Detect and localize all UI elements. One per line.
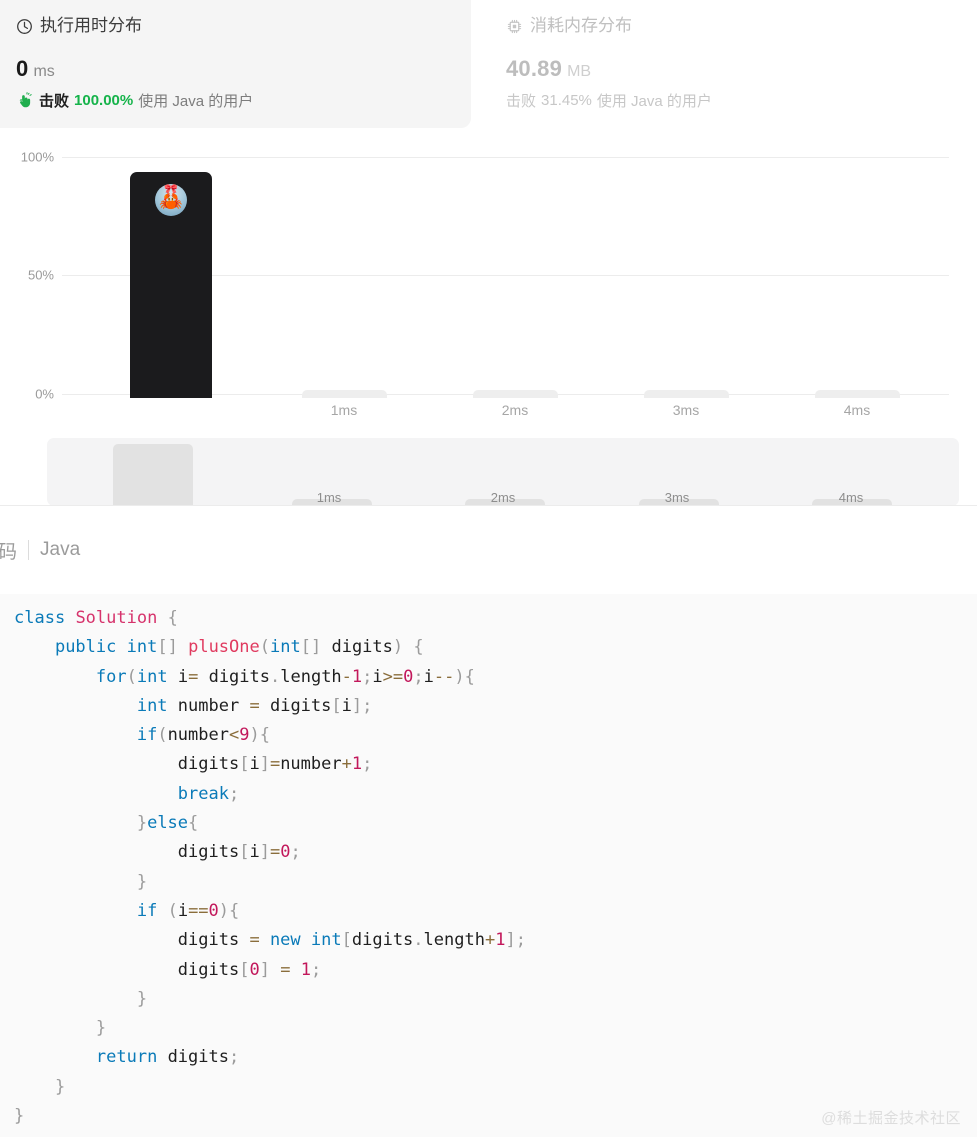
runtime-card-title: 执行用时分布 xyxy=(40,16,142,35)
solution-code-block[interactable]: class Solution { public int[] plusOne(in… xyxy=(0,594,977,1137)
memory-beat-row: 击败 31.45% 使用 Java 的用户 xyxy=(506,90,977,111)
minimap-label-4ms: 4ms xyxy=(838,490,864,505)
chart-range-slider[interactable]: 1ms 2ms 3ms 4ms xyxy=(47,438,959,506)
y-tick-100: 100% xyxy=(20,149,54,165)
bar-0ms[interactable]: 🎀 🦀 xyxy=(130,172,212,398)
runtime-stat-card[interactable]: 执行用时分布 0 ms 击败 100.00% 使用 Java 的用户 xyxy=(0,0,471,128)
runtime-value: 0 xyxy=(16,56,29,81)
code-content: class Solution { public int[] plusOne(in… xyxy=(14,608,526,1127)
code-language-label: Java xyxy=(40,539,81,560)
x-tick-3ms: 3ms xyxy=(672,402,700,418)
gridline-100 xyxy=(62,157,949,158)
chart-y-axis: 100% 50% 0% xyxy=(0,130,62,410)
waving-hand-icon xyxy=(16,91,34,110)
runtime-beat-label: 击败 xyxy=(39,93,70,110)
x-tick-4ms: 4ms xyxy=(843,402,871,418)
bar-4ms[interactable] xyxy=(815,390,900,398)
runtime-beat-row: 击败 100.00% 使用 Java 的用户 xyxy=(16,90,471,111)
runtime-card-header: 执行用时分布 xyxy=(16,14,471,38)
runtime-value-row: 0 ms xyxy=(16,56,471,82)
memory-value-row: 40.89 MB xyxy=(506,56,977,82)
watermark: @稀土掘金技术社区 xyxy=(821,1110,961,1127)
y-tick-50: 50% xyxy=(27,267,54,283)
minimap-label-3ms: 3ms xyxy=(664,490,690,505)
y-tick-0: 0% xyxy=(35,386,54,402)
bar-1ms[interactable] xyxy=(302,390,387,398)
memory-unit: MB xyxy=(567,63,592,80)
x-tick-2ms: 2ms xyxy=(501,402,529,418)
memory-value: 40.89 xyxy=(506,56,563,81)
memory-beat-percent: 31.45% xyxy=(541,92,592,109)
solution-result-page: 执行用时分布 0 ms 击败 100.00% 使用 Java 的用户 消耗内存分… xyxy=(0,0,977,1137)
stats-row: 执行用时分布 0 ms 击败 100.00% 使用 Java 的用户 消耗内存分… xyxy=(0,0,977,130)
memory-beat-tail: 使用 Java 的用户 xyxy=(596,93,712,110)
avatar-crab-icon: 🦀 xyxy=(159,191,183,213)
chart-plot-area: 🎀 🦀 xyxy=(62,130,949,398)
clock-icon xyxy=(16,18,33,35)
minimap-label-1ms: 1ms xyxy=(316,490,342,505)
minimap-bar-0ms xyxy=(113,444,193,506)
memory-beat-label: 击败 xyxy=(506,93,537,110)
runtime-unit: ms xyxy=(33,63,55,80)
minimap-label-2ms: 2ms xyxy=(490,490,516,505)
runtime-beat-tail: 使用 Java 的用户 xyxy=(138,93,254,110)
bar-2ms[interactable] xyxy=(473,390,558,398)
breadcrumb: 码 xyxy=(0,541,18,563)
chart-x-axis: 1ms 2ms 3ms 4ms xyxy=(62,402,949,428)
memory-card-title: 消耗内存分布 xyxy=(530,16,632,35)
user-avatar: 🎀 🦀 xyxy=(155,184,187,216)
code-section-header: 码 Java xyxy=(0,506,977,594)
cpu-chip-icon xyxy=(506,18,523,35)
x-tick-1ms: 1ms xyxy=(330,402,358,418)
breadcrumb-separator xyxy=(28,540,30,560)
memory-stat-card[interactable]: 消耗内存分布 40.89 MB 击败 31.45% 使用 Java 的用户 xyxy=(490,0,977,128)
runtime-distribution-chart[interactable]: 100% 50% 0% 🎀 🦀 1ms 2ms 3ms 4ms 1ms 2ms … xyxy=(0,130,977,506)
bar-3ms[interactable] xyxy=(644,390,729,398)
memory-card-header: 消耗内存分布 xyxy=(506,14,977,38)
runtime-beat-percent: 100.00% xyxy=(74,92,134,109)
